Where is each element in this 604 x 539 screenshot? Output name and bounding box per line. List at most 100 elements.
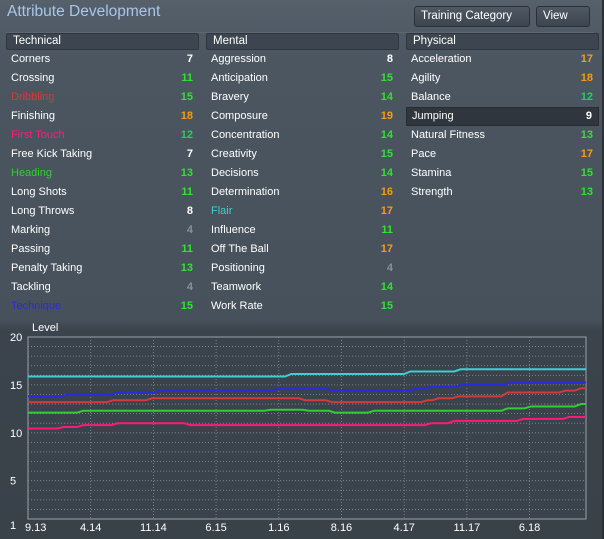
attribute-name: Technique (11, 300, 62, 312)
attribute-name: Stamina (411, 167, 452, 179)
attribute-name: Determination (211, 186, 280, 198)
training-category-dropdown[interactable]: Training Category (414, 6, 530, 37)
attribute-value: 14 (380, 167, 393, 179)
attribute-row[interactable]: Long Shots 11 (6, 183, 199, 202)
attribute-name: Creativity (211, 148, 257, 160)
attribute-value: 13 (180, 262, 193, 274)
attribute-value: 11 (181, 186, 193, 198)
y-axis-label: Level (32, 322, 58, 334)
attribute-name: Concentration (211, 129, 280, 141)
attribute-row[interactable]: Acceleration 17 (406, 50, 599, 69)
attribute-row[interactable]: Work Rate 15 (206, 297, 399, 316)
attribute-row[interactable]: Long Throws 8 (6, 202, 199, 221)
attribute-row[interactable]: Passing 11 (6, 240, 199, 259)
attribute-name: Heading (11, 167, 52, 179)
attribute-name: First Touch (11, 129, 65, 141)
attribute-row[interactable]: Technique 15 (6, 297, 199, 316)
attribute-value: 15 (180, 91, 193, 103)
view-dropdown[interactable]: View (536, 6, 590, 37)
attribute-name: Natural Fitness (411, 129, 485, 141)
attribute-value: 14 (380, 91, 393, 103)
page-title: Attribute Development (7, 3, 161, 20)
attribute-value: 17 (380, 205, 393, 217)
attribute-row[interactable]: Determination 16 (206, 183, 399, 202)
attribute-value: 13 (580, 129, 593, 141)
attribute-name: Dribbling (11, 91, 55, 103)
attribute-name: Marking (11, 224, 51, 236)
attribute-value: 12 (580, 91, 593, 103)
attribute-row[interactable]: Composure 19 (206, 107, 399, 126)
attribute-row[interactable]: Positioning 4 (206, 259, 399, 278)
attribute-name: Bravery (211, 91, 249, 103)
attribute-row[interactable]: Tackling 4 (6, 278, 199, 297)
x-tick-label: 11.17 (454, 522, 481, 534)
attribute-row[interactable]: Creativity 15 (206, 145, 399, 164)
attribute-value: 15 (380, 148, 393, 160)
attribute-value: 13 (580, 186, 593, 198)
attribute-value: 14 (380, 129, 393, 141)
attribute-name: Free Kick Taking (11, 148, 93, 160)
y-tick-label: 1 (10, 520, 16, 532)
attribute-value: 11 (381, 224, 393, 236)
attribute-row[interactable]: Anticipation 15 (206, 69, 399, 88)
attribute-row[interactable]: Pace 17 (406, 145, 599, 164)
attribute-name: Finishing (11, 110, 56, 122)
attribute-value: 4 (186, 281, 193, 293)
attribute-row[interactable]: Finishing 18 (6, 107, 199, 126)
attribute-row[interactable]: Natural Fitness 13 (406, 126, 599, 145)
attribute-name: Influence (211, 224, 256, 236)
attribute-row[interactable]: Aggression 8 (206, 50, 399, 69)
attribute-value: 13 (180, 167, 193, 179)
attribute-row[interactable]: Stamina 15 (406, 164, 599, 183)
attribute-name: Tackling (11, 281, 51, 293)
attribute-value: 11 (181, 243, 193, 255)
attribute-row[interactable]: Concentration 14 (206, 126, 399, 145)
attribute-row[interactable]: Strength 13 (406, 183, 599, 202)
attribute-row[interactable]: Agility 18 (406, 69, 599, 88)
x-tick-label: 4.14 (80, 522, 101, 534)
attribute-row[interactable]: Penalty Taking 13 (6, 259, 199, 278)
attribute-name: Anticipation (211, 72, 268, 84)
attribute-row[interactable]: Dribbling 15 (6, 88, 199, 107)
attribute-name: Positioning (211, 262, 265, 274)
attribute-name: Teamwork (211, 281, 262, 293)
attribute-name: Agility (411, 72, 441, 84)
attribute-column-physical: Physical Acceleration 17 Agility 18 Balance 12… (406, 33, 599, 202)
column-header: Technical (6, 33, 199, 50)
attribute-row[interactable]: Marking 4 (6, 221, 199, 240)
attribute-row[interactable]: Balance 12 (406, 88, 599, 107)
attribute-row[interactable]: Corners 7 (6, 50, 199, 69)
attribute-column-technical: Technical Corners 7 Crossing 11 Dribbling 15 Fi… (6, 33, 199, 316)
attribute-value: 15 (580, 167, 593, 179)
attribute-name: Balance (411, 91, 451, 103)
attribute-row[interactable]: Heading 13 (6, 164, 199, 183)
attribute-value: 15 (380, 300, 393, 312)
attribute-value: 7 (186, 148, 193, 160)
attribute-name: Aggression (211, 53, 267, 65)
attribute-row[interactable]: Influence 11 (206, 221, 399, 240)
attribute-row[interactable]: First Touch 12 (6, 126, 199, 145)
attribute-value: 4 (386, 262, 393, 274)
attribute-row[interactable]: Bravery 14 (206, 88, 399, 107)
attribute-row[interactable]: Crossing 11 (6, 69, 199, 88)
attribute-row[interactable]: Jumping 9 (406, 107, 599, 126)
attribute-name: Composure (211, 110, 268, 122)
attribute-row[interactable]: Off The Ball 17 (206, 240, 399, 259)
attribute-row[interactable]: Teamwork 14 (206, 278, 399, 297)
attribute-name: Off The Ball (211, 243, 269, 255)
attribute-row[interactable]: Free Kick Taking 7 (6, 145, 199, 164)
attribute-value: 12 (180, 129, 193, 141)
attribute-name: Penalty Taking (11, 262, 83, 274)
attribute-row[interactable]: Flair 17 (206, 202, 399, 221)
attribute-value: 17 (580, 53, 593, 65)
attribute-value: 18 (180, 110, 193, 122)
x-tick-label: 11.14 (140, 522, 167, 534)
x-tick-label: 6.15 (205, 522, 226, 534)
attribute-name: Crossing (11, 72, 55, 84)
attribute-value: 15 (180, 300, 193, 312)
attribute-name: Acceleration (411, 53, 472, 65)
attribute-name: Strength (411, 186, 453, 198)
y-tick-label: 15 (10, 380, 22, 392)
attribute-row[interactable]: Decisions 14 (206, 164, 399, 183)
attribute-value: 17 (380, 243, 393, 255)
